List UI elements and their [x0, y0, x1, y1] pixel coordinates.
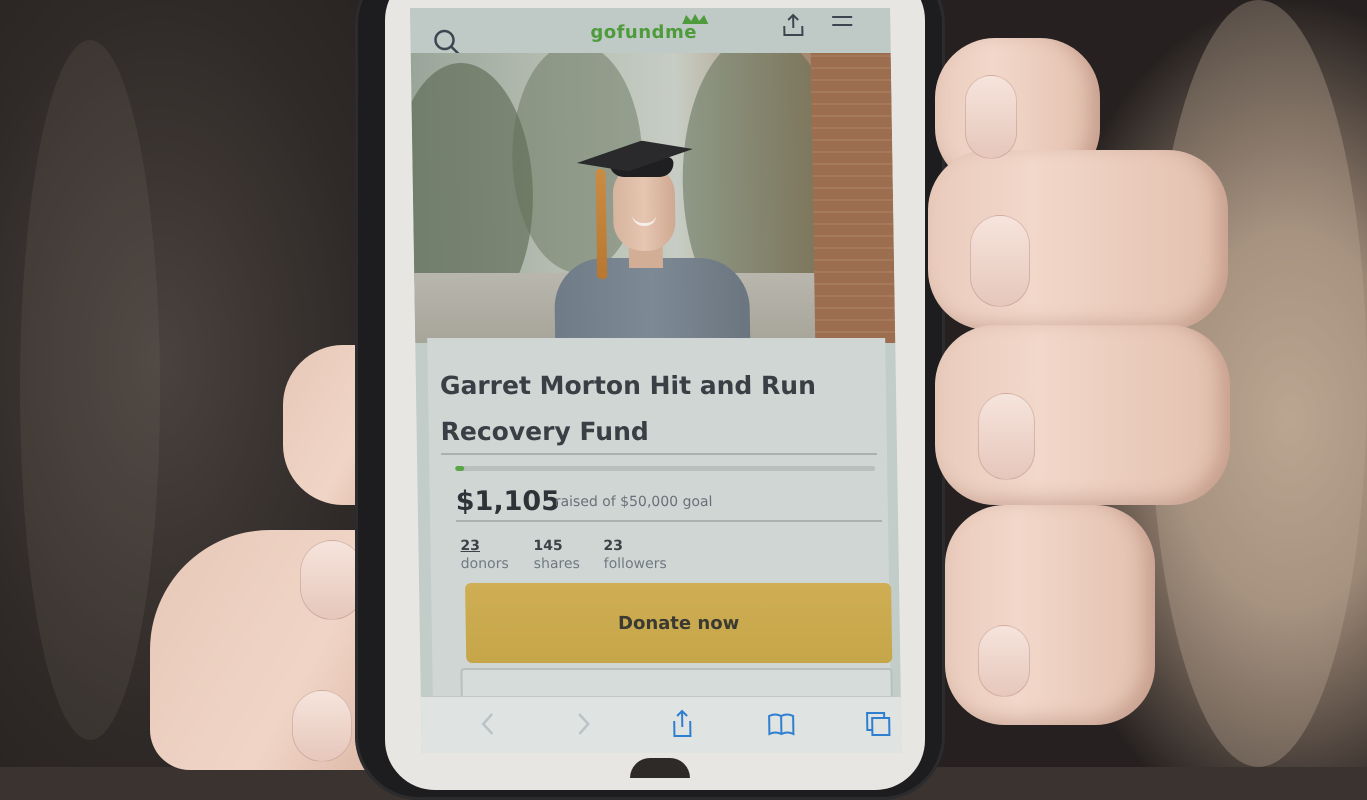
stat-label: followers [603, 556, 667, 572]
tabs-icon[interactable] [863, 709, 893, 739]
amount-raised: $1,105 [455, 486, 561, 517]
right-nail-1 [965, 75, 1017, 159]
right-nail-3 [978, 393, 1035, 480]
stat-label: shares [533, 556, 580, 572]
forward-icon[interactable] [568, 709, 598, 739]
stat-shares: 145 shares [533, 538, 580, 572]
stat-value: 145 [533, 538, 563, 554]
graduate-shirt [553, 258, 751, 343]
phone-home-button [630, 758, 690, 778]
stat-value: 23 [603, 538, 624, 554]
stat-label: donors [460, 556, 509, 572]
cap-tassel [595, 169, 608, 279]
stat-value: 23 [460, 538, 481, 554]
share-icon[interactable] [667, 709, 697, 739]
left-finger-nail [292, 690, 352, 762]
campaign-photo[interactable] [410, 53, 896, 343]
share-icon[interactable] [780, 12, 806, 38]
right-nail-2 [970, 215, 1030, 307]
right-nail-4 [978, 625, 1030, 697]
progress-bar [455, 466, 876, 471]
hair-left [20, 40, 160, 740]
logo-crown-icon [682, 14, 709, 24]
progress-fill [455, 466, 465, 471]
amount-divider [456, 520, 883, 522]
stat-followers: 23 followers [603, 538, 666, 572]
stat-donors[interactable]: 23 donors [460, 538, 508, 572]
campaign-title: Garret Morton Hit and Run Recovery Fund [439, 371, 817, 446]
browser-toolbar [420, 696, 902, 753]
menu-icon[interactable] [830, 14, 854, 34]
back-icon[interactable] [473, 709, 503, 739]
right-finger-4 [945, 505, 1155, 725]
goal-text: raised of $50,000 goal [554, 494, 713, 510]
bookmarks-icon[interactable] [766, 709, 796, 739]
donate-now-button[interactable]: Donate now [465, 583, 893, 663]
brick-wall [810, 53, 896, 343]
phone-screen: gofundme Garret Morton Hit and Run Recov… [410, 8, 902, 753]
title-divider [440, 453, 878, 455]
